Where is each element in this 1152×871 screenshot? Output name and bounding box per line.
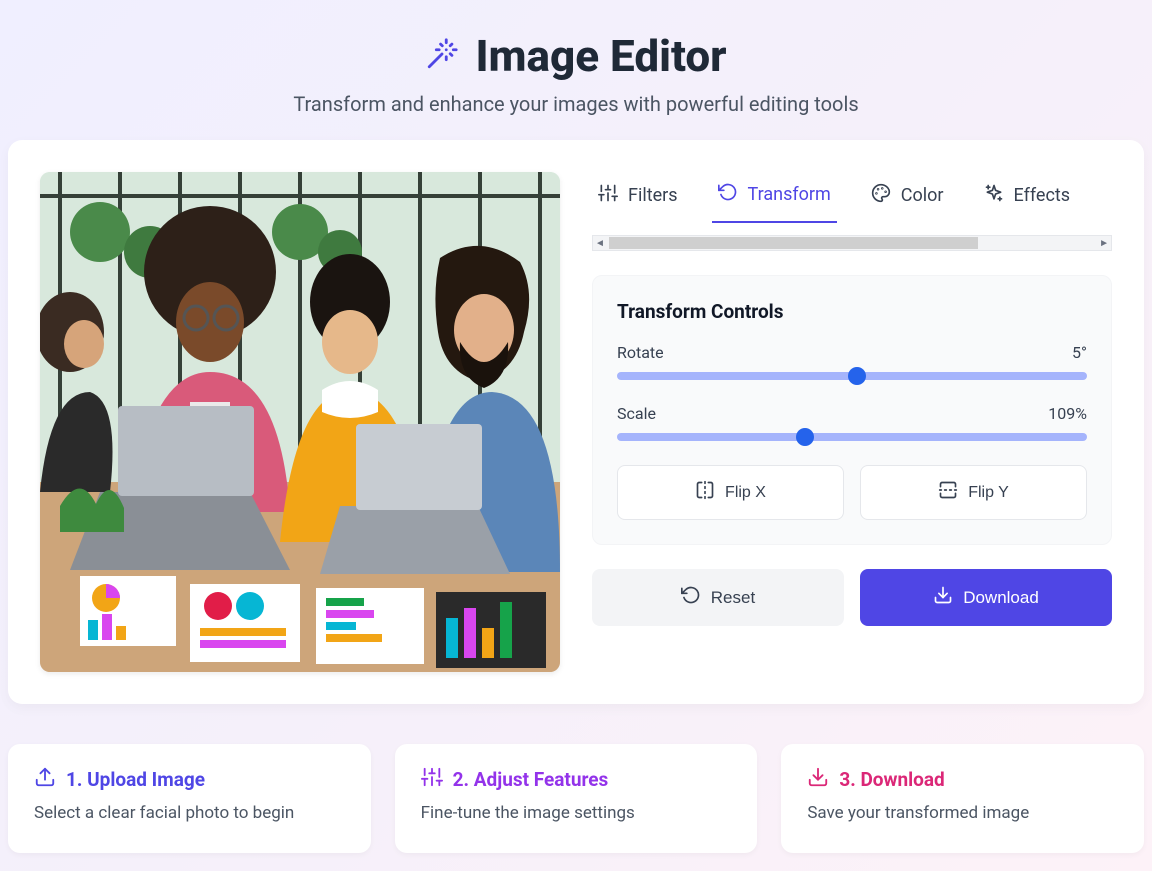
scale-control: Scale 109% [617, 404, 1087, 441]
step2-body: Fine-tune the image settings [421, 803, 732, 823]
step3-title: 3. Download [839, 768, 944, 791]
step1-title: 1. Upload Image [66, 768, 205, 791]
flip-y-label: Flip Y [968, 484, 1009, 502]
tab-color-label: Color [901, 185, 944, 206]
rotate-ccw-icon [718, 182, 738, 207]
image-preview [40, 172, 560, 672]
wand-icon [425, 30, 459, 82]
step-download: 3. Download Save your transformed image [781, 744, 1144, 853]
scroll-right-arrow[interactable]: ► [1099, 238, 1109, 249]
rotate-slider-knob[interactable] [848, 367, 866, 385]
tab-scrollbar[interactable]: ◄ ► [592, 235, 1112, 251]
download-button[interactable]: Download [860, 569, 1112, 626]
steps-row: 1. Upload Image Select a clear facial ph… [8, 744, 1144, 853]
download-label: Download [963, 588, 1039, 608]
page-title: Image Editor [425, 30, 726, 82]
step-adjust: 2. Adjust Features Fine-tune the image s… [395, 744, 758, 853]
sliders-icon [598, 183, 618, 208]
scroll-left-arrow[interactable]: ◄ [595, 238, 605, 249]
scale-slider[interactable] [617, 433, 1087, 441]
tab-filters-label: Filters [628, 185, 678, 206]
tab-transform[interactable]: Transform [712, 172, 837, 223]
download-icon [807, 766, 829, 793]
sliders-icon [421, 766, 443, 793]
page-subtitle: Transform and enhance your images with p… [0, 92, 1152, 116]
rotate-label: Rotate [617, 343, 664, 362]
controls-column: Filters Transform Color Effects [592, 172, 1112, 672]
editor-card: Filters Transform Color Effects [8, 140, 1144, 704]
rotate-ccw-icon [681, 585, 701, 610]
flip-x-button[interactable]: Flip X [617, 465, 844, 520]
flip-horizontal-icon [695, 480, 715, 505]
tab-transform-label: Transform [748, 184, 831, 205]
tab-color[interactable]: Color [865, 173, 950, 222]
flip-x-label: Flip X [725, 484, 766, 502]
reset-button[interactable]: Reset [592, 569, 844, 626]
tab-effects-label: Effects [1014, 185, 1071, 206]
rotate-slider[interactable] [617, 372, 1087, 380]
flip-y-button[interactable]: Flip Y [860, 465, 1087, 520]
tab-bar: Filters Transform Color Effects [592, 172, 1112, 229]
sparkles-icon [984, 183, 1004, 208]
upload-icon [34, 766, 56, 793]
tab-filters[interactable]: Filters [592, 173, 684, 222]
rotate-control: Rotate 5° [617, 343, 1087, 380]
scale-value: 109% [1048, 404, 1087, 423]
step2-title: 2. Adjust Features [453, 768, 609, 791]
transform-panel: Transform Controls Rotate 5° Scale 109% [592, 275, 1112, 545]
scale-slider-knob[interactable] [796, 428, 814, 446]
scroll-track[interactable] [609, 237, 1095, 249]
rotate-value: 5° [1072, 343, 1087, 362]
panel-title: Transform Controls [617, 300, 1087, 323]
step3-body: Save your transformed image [807, 803, 1118, 823]
flip-vertical-icon [938, 480, 958, 505]
scale-label: Scale [617, 404, 656, 423]
step-upload: 1. Upload Image Select a clear facial ph… [8, 744, 371, 853]
reset-label: Reset [711, 588, 755, 608]
palette-icon [871, 183, 891, 208]
step1-body: Select a clear facial photo to begin [34, 803, 345, 823]
tab-effects[interactable]: Effects [978, 173, 1077, 222]
download-icon [933, 585, 953, 610]
page-title-text: Image Editor [475, 30, 726, 82]
